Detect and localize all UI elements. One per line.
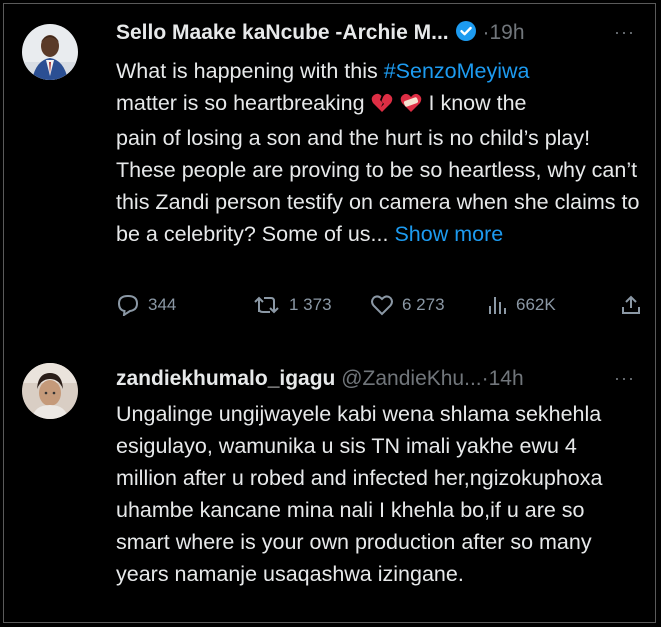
tweet-header: Sello Maake kaNcube -Archie M... ·19h [116, 20, 525, 49]
more-options-icon[interactable]: ··· [614, 22, 635, 43]
avatar[interactable] [22, 24, 78, 80]
show-more-link[interactable]: Show more [394, 222, 503, 246]
tweet-text: What is happening with this #SenzoMeyiwa… [116, 55, 641, 250]
timestamp[interactable]: 14h [489, 367, 524, 390]
avatar[interactable] [22, 363, 78, 419]
reply-icon [117, 294, 139, 316]
timestamp[interactable]: 19h [489, 21, 524, 44]
retweet-count: 1 373 [289, 295, 332, 314]
like-count: 6 273 [402, 295, 445, 314]
verified-badge-icon [455, 20, 477, 49]
tweet-header: zandiekhumalo_igagu @ZandieKhu...·14h [116, 366, 524, 392]
share-button[interactable] [620, 290, 650, 320]
retweet-button[interactable]: 1 373 [253, 290, 332, 320]
tweet-text: Ungalinge ungijwayele kabi wena shlama s… [116, 402, 603, 586]
retweet-icon [254, 296, 279, 314]
separator: · [481, 367, 489, 390]
views-icon [489, 297, 506, 314]
action-bar: 344 1 373 6 273 662K [116, 290, 646, 320]
like-icon [371, 295, 393, 316]
text-segment: What is happening with this [116, 59, 384, 83]
hashtag-link[interactable]: #SenzoMeyiwa [384, 59, 530, 83]
display-name[interactable]: zandiekhumalo_igagu [116, 367, 335, 390]
user-handle[interactable]: @ZandieKhu... [341, 367, 481, 390]
view-count: 662K [516, 295, 556, 314]
text-segment: matter is so heartbreaking [116, 91, 371, 115]
views-button[interactable]: 662K [486, 290, 556, 320]
more-options-icon[interactable]: ··· [614, 368, 635, 389]
display-name[interactable]: Sello Maake kaNcube -Archie M... [116, 21, 449, 44]
share-icon [622, 295, 640, 314]
reply-count: 344 [148, 295, 177, 314]
mending-heart-icon [399, 90, 423, 122]
broken-heart-icon [371, 90, 393, 122]
text-segment: I know the [422, 91, 527, 115]
like-button[interactable]: 6 273 [370, 290, 445, 320]
reply-button[interactable]: 344 [116, 290, 176, 320]
text-segment: pain of losing a son and the hurt is no … [116, 126, 640, 246]
